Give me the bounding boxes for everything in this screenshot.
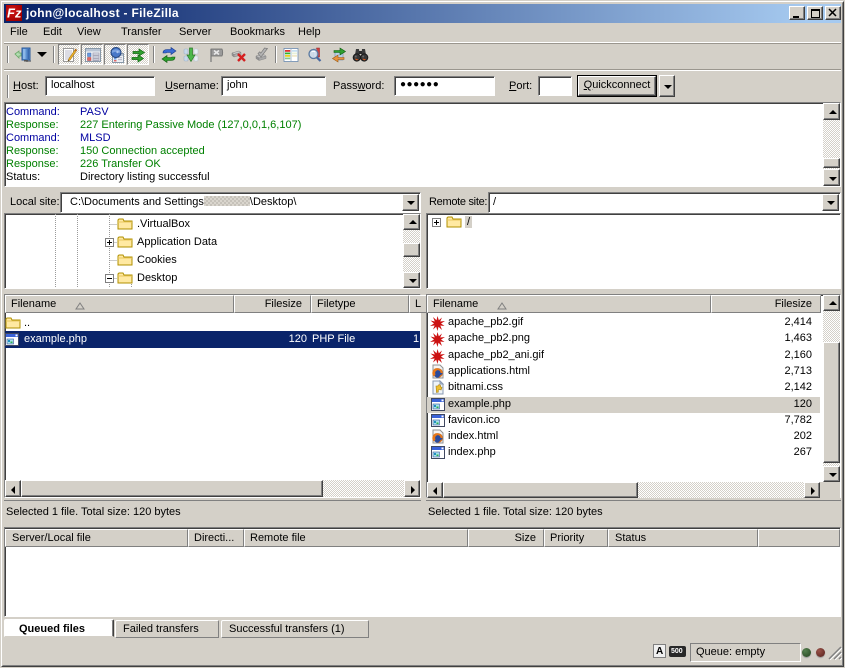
svg-text:Fz: Fz — [7, 6, 22, 21]
